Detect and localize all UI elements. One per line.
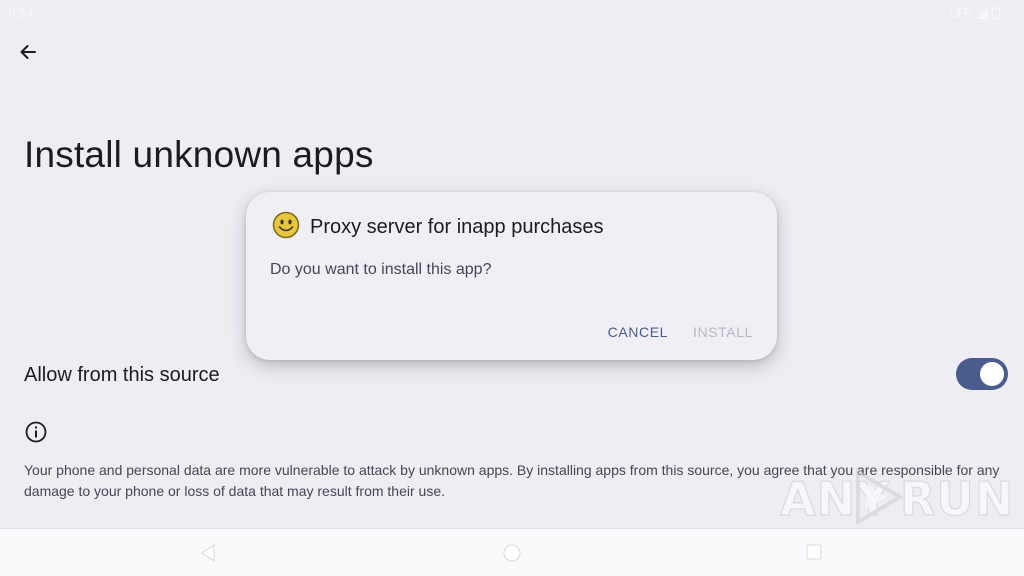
- status-time: 8:54: [8, 5, 34, 20]
- watermark-text-run: RUN: [899, 471, 1015, 526]
- dialog-message: Do you want to install this app?: [270, 261, 492, 278]
- network-type: LTE: [949, 5, 972, 20]
- signal-icon: [976, 6, 988, 19]
- navigation-bar: [0, 528, 1024, 576]
- play-logo-icon: [856, 468, 904, 526]
- allow-from-source-row[interactable]: Allow from this source: [24, 358, 1008, 392]
- toggle-knob: [980, 362, 1004, 386]
- allow-from-source-label: Allow from this source: [24, 364, 220, 386]
- smiley-face-icon: [272, 211, 300, 239]
- allow-from-source-toggle[interactable]: [956, 358, 1008, 390]
- status-indicators: LTE: [949, 5, 1000, 20]
- install-button[interactable]: INSTALL: [693, 324, 753, 340]
- install-dialog: Proxy server for inapp purchases Do you …: [246, 192, 777, 360]
- dialog-actions: CANCEL INSTALL: [608, 324, 753, 340]
- back-button[interactable]: [12, 36, 44, 68]
- cancel-button[interactable]: CANCEL: [608, 324, 668, 340]
- battery-icon: [992, 6, 1000, 19]
- arrow-back-icon: [20, 45, 36, 59]
- page-title: Install unknown apps: [24, 134, 374, 175]
- nav-back-icon[interactable]: [198, 543, 218, 563]
- dialog-title: Proxy server for inapp purchases: [310, 216, 604, 238]
- status-bar: 8:54 LTE: [0, 0, 1024, 24]
- anyrun-watermark: ANY RUN: [779, 464, 1014, 528]
- nav-recents-icon[interactable]: [806, 544, 822, 560]
- nav-home-icon[interactable]: [502, 543, 522, 563]
- info-icon: [25, 421, 47, 443]
